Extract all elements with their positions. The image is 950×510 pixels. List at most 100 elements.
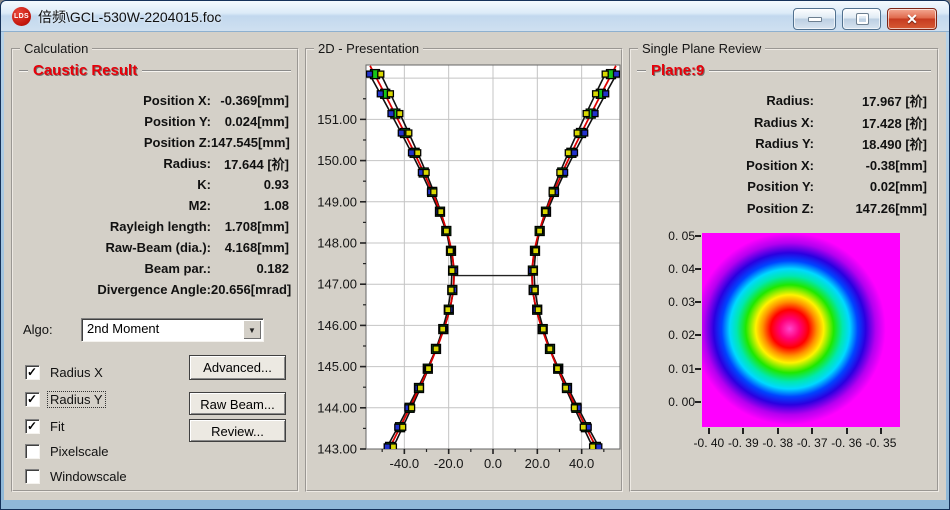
beam-x-tick-label: -0. 35 <box>866 436 897 450</box>
svg-text:146.00: 146.00 <box>317 318 357 333</box>
svg-text:-20.0: -20.0 <box>434 456 464 471</box>
svg-text:145.00: 145.00 <box>317 359 357 374</box>
result-row: Position Z:147.26[mm] <box>639 198 927 220</box>
checkbox-unchecked-icon[interactable] <box>25 444 39 458</box>
plane-values: Radius:17.967 [祄] Radius X:17.428 [祄] Ra… <box>639 90 927 219</box>
svg-text:144.00: 144.00 <box>317 400 357 415</box>
row-value: 1.708[mm] <box>211 219 289 234</box>
caustic-result-title: Caustic Result <box>33 62 137 79</box>
checkbox-radius-y[interactable]: ✓ Radius Y <box>25 390 105 408</box>
caustic-result-values: Position X:-0.369[mm] Position Y:0.024[m… <box>21 90 289 300</box>
row-label: K: <box>21 177 211 192</box>
minimize-button[interactable] <box>793 8 836 30</box>
svg-text:149.00: 149.00 <box>317 194 357 209</box>
advanced-button[interactable]: Advanced... <box>189 355 286 380</box>
restore-button[interactable] <box>842 8 881 30</box>
result-row: Radius Y:18.490 [祄] <box>639 133 927 155</box>
beam-x-tick-label: -0. 39 <box>728 436 759 450</box>
window-content: Calculation Caustic Result Position X:-0… <box>4 32 946 500</box>
single-plane-review-label: Single Plane Review <box>638 41 765 56</box>
result-row: Position X:-0.38[mm] <box>639 155 927 177</box>
beam-y-tick <box>695 301 701 303</box>
result-row: Position Y:0.02[mm] <box>639 176 927 198</box>
checkbox-label: Radius Y <box>48 392 105 407</box>
beam-y-tick-label: 0. 01 <box>631 362 695 376</box>
row-label: Radius Y: <box>639 136 814 151</box>
row-label: Radius: <box>21 156 211 171</box>
svg-text:150.00: 150.00 <box>317 153 357 168</box>
row-value: 17.644 [祄] <box>211 154 289 173</box>
result-row: Beam par.:0.182 <box>21 258 289 279</box>
checkbox-checked-icon[interactable]: ✓ <box>25 392 39 406</box>
checkbox-fit[interactable]: ✓ Fit <box>25 417 66 435</box>
svg-text:148.00: 148.00 <box>317 235 357 250</box>
close-button[interactable]: ✕ <box>887 8 937 30</box>
header-line <box>709 70 931 72</box>
title-bar[interactable]: LDS 倍频\GCL-530W-2204015.foc ✕ <box>1 1 949 32</box>
checkbox-checked-icon[interactable]: ✓ <box>25 365 39 379</box>
row-value: 147.26[mm] <box>814 201 927 216</box>
row-value: 17.967 [祄] <box>814 91 927 110</box>
close-icon: ✕ <box>888 11 936 28</box>
beam-x-tick <box>708 428 710 434</box>
result-row: Raw-Beam (dia.):4.168[mm] <box>21 237 289 258</box>
algo-dropdown[interactable]: 2nd Moment ▼ <box>81 318 263 341</box>
caustic-plot[interactable]: 143.00 144.00 145.00 146.00 147.00 148.00 149.… <box>307 50 621 490</box>
row-label: Position Z: <box>21 135 211 150</box>
header-line <box>142 70 291 72</box>
algo-dropdown-button[interactable]: ▼ <box>243 320 261 339</box>
row-value: 17.428 [祄] <box>814 113 927 132</box>
checkbox-label: Pixelscale <box>48 444 111 459</box>
result-row: Position X:-0.369[mm] <box>21 90 289 111</box>
checkbox-checked-icon[interactable]: ✓ <box>25 419 39 433</box>
beam-y-tick <box>695 401 701 403</box>
result-row: Rayleigh length:1.708[mm] <box>21 216 289 237</box>
beam-y-tick-label: 0. 00 <box>631 395 695 409</box>
row-label: Position Y: <box>21 114 211 129</box>
restore-icon <box>857 14 868 24</box>
result-row: Position Y:0.024[mm] <box>21 111 289 132</box>
beam-x-tick <box>811 428 813 434</box>
chevron-down-icon: ▼ <box>248 326 256 335</box>
beam-y-tick-label: 0. 03 <box>631 295 695 309</box>
calculation-panel-label: Calculation <box>20 41 92 56</box>
beam-y-tick <box>695 235 701 237</box>
header-dash <box>19 70 28 72</box>
result-row: Radius:17.967 [祄] <box>639 90 927 112</box>
checkbox-label: Fit <box>48 419 66 434</box>
beam-y-tick-label: 0. 05 <box>631 229 695 243</box>
row-label: Divergence Angle: <box>21 282 211 297</box>
checkbox-windowscale[interactable]: Windowscale <box>25 467 129 485</box>
row-label: M2: <box>21 198 211 213</box>
row-label: Rayleigh length: <box>21 219 211 234</box>
checkbox-unchecked-icon[interactable] <box>25 469 39 483</box>
checkbox-label: Radius X <box>48 365 105 380</box>
svg-text:143.00: 143.00 <box>317 442 357 457</box>
window-title: 倍频\GCL-530W-2204015.foc <box>38 7 221 27</box>
svg-text:151.00: 151.00 <box>317 112 357 127</box>
beam-x-tick-label: -0. 36 <box>831 436 862 450</box>
svg-text:40.0: 40.0 <box>569 456 594 471</box>
svg-text:147.00: 147.00 <box>317 277 357 292</box>
row-value: 0.024[mm] <box>211 114 289 129</box>
review-button[interactable]: Review... <box>189 419 286 442</box>
svg-text:0.0: 0.0 <box>484 456 502 471</box>
row-label: Beam par.: <box>21 261 211 276</box>
row-value: 4.168[mm] <box>211 240 289 255</box>
svg-text:20.0: 20.0 <box>525 456 550 471</box>
checkbox-label: Windowscale <box>48 469 129 484</box>
checkbox-pixelscale[interactable]: Pixelscale <box>25 442 111 460</box>
beam-y-tick-label: 0. 02 <box>631 328 695 342</box>
svg-text:-40.0: -40.0 <box>390 456 420 471</box>
raw-beam-button[interactable]: Raw Beam... <box>189 392 286 415</box>
row-label: Position Y: <box>639 179 814 194</box>
row-value: 0.93 <box>211 177 289 192</box>
row-value: 0.182 <box>211 261 289 276</box>
row-label: Position Z: <box>639 201 814 216</box>
checkbox-radius-x[interactable]: ✓ Radius X <box>25 363 105 381</box>
result-row: Position Z:147.545[mm] <box>21 132 289 153</box>
row-label: Raw-Beam (dia.): <box>21 240 211 255</box>
plane-header: Plane:9 <box>637 62 931 79</box>
row-value: 18.490 [祄] <box>814 134 927 153</box>
header-dash <box>637 70 646 72</box>
